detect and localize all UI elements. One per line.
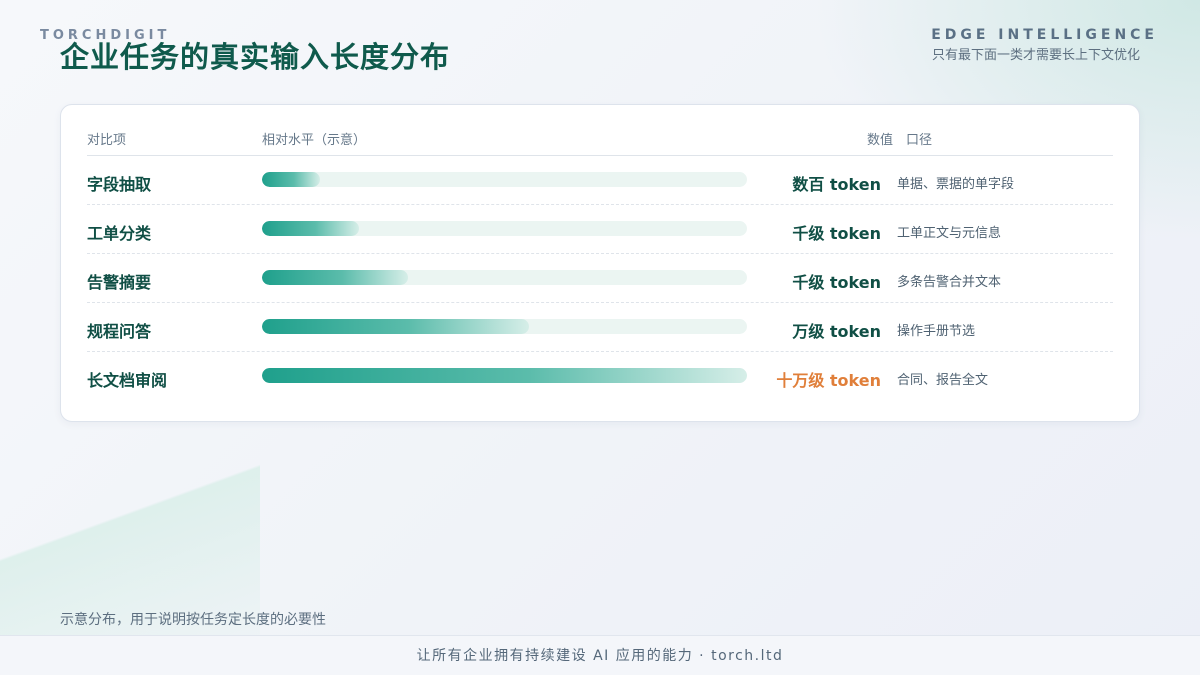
table-row: 长文档审阅 十万级 token 合同、报告全文 (87, 352, 1113, 401)
header-item: 对比项 (87, 133, 127, 148)
row-note: 操作手册节选 (897, 324, 976, 339)
row-value: 千级 token (792, 273, 881, 292)
row-label: 字段抽取 (87, 175, 152, 194)
row-note: 多条告警合并文本 (897, 275, 1002, 290)
row-value: 千级 token (792, 224, 881, 243)
header-level: 相对水平（示意） (262, 133, 367, 148)
level-bar-fill (262, 270, 408, 285)
level-bar-track (262, 172, 747, 187)
row-label: 告警摘要 (87, 273, 152, 292)
header-value: 数值 口径 (867, 133, 933, 148)
footnote: 示意分布，用于说明按任务定长度的必要性 (60, 612, 326, 628)
table-header: 对比项 相对水平（示意） 数值 口径 (87, 105, 1113, 156)
row-label: 规程问答 (87, 322, 152, 341)
row-label: 工单分类 (87, 224, 152, 243)
page-subtitle: 只有最下面一类才需要长上下文优化 (931, 48, 1140, 63)
table-row: 工单分类 千级 token 工单正文与元信息 (87, 205, 1113, 254)
level-bar-track (262, 319, 747, 334)
level-bar-track (262, 368, 747, 383)
row-value: 万级 token (792, 322, 881, 341)
edge-intelligence-label: EDGE INTELLIGENCE (931, 27, 1158, 43)
level-bar-fill (262, 319, 529, 334)
page-title: 企业任务的真实输入长度分布 (60, 40, 451, 74)
footer-bar: 让所有企业拥有持续建设 AI 应用的能力 · torch.ltd (0, 635, 1200, 675)
row-note: 单据、票据的单字段 (897, 177, 1015, 192)
footer-text: 让所有企业拥有持续建设 AI 应用的能力 · torch.ltd (416, 648, 784, 664)
table-row: 规程问答 万级 token 操作手册节选 (87, 303, 1113, 352)
row-value: 数百 token (792, 175, 881, 194)
level-bar-track (262, 270, 747, 285)
background-shape-bottom-left (0, 445, 260, 635)
level-bar-fill (262, 172, 321, 187)
row-label: 长文档审阅 (87, 371, 168, 390)
table-row: 字段抽取 数百 token 单据、票据的单字段 (87, 156, 1113, 205)
level-bar-fill (262, 368, 747, 383)
comparison-card: 对比项 相对水平（示意） 数值 口径 字段抽取 数百 token 单据、票据的单… (60, 104, 1140, 422)
table-row: 告警摘要 千级 token 多条告警合并文本 (87, 254, 1113, 303)
row-value: 十万级 token (776, 371, 881, 390)
row-note: 合同、报告全文 (897, 373, 989, 388)
row-note: 工单正文与元信息 (897, 226, 1002, 241)
level-bar-fill (262, 221, 359, 236)
level-bar-track (262, 221, 747, 236)
